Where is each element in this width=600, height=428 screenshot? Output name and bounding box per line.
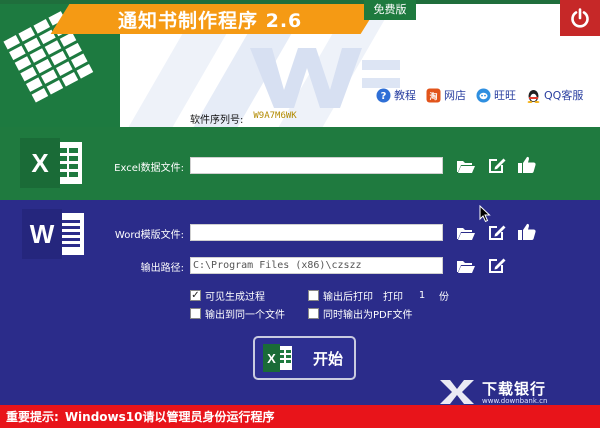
output-browse-button[interactable] bbox=[455, 256, 477, 276]
word-template-input[interactable] bbox=[190, 224, 443, 241]
output-edit-button[interactable] bbox=[486, 255, 508, 275]
print-after-label: 输出后打印 bbox=[323, 292, 373, 303]
mouse-cursor-icon bbox=[479, 205, 491, 223]
downbank-logo-icon bbox=[440, 380, 474, 404]
word-like-button[interactable] bbox=[516, 222, 538, 242]
folder-open-icon bbox=[457, 161, 475, 173]
link-qq-support-label: QQ客服 bbox=[544, 89, 584, 102]
word-logo: W bbox=[22, 209, 84, 259]
header: 通知书制作程序 2.6 免费版 ? 教程 淘 网店 旺旺 QQ客服 软件序列号:… bbox=[0, 0, 600, 127]
option-print-after[interactable]: 输出后打印 打印 1 份 bbox=[308, 288, 449, 303]
link-qq-support[interactable]: QQ客服 bbox=[526, 87, 583, 103]
svg-text:淘: 淘 bbox=[430, 91, 438, 101]
power-icon bbox=[571, 8, 589, 28]
word-browse-button[interactable] bbox=[455, 223, 477, 243]
output-path-input[interactable]: C:\Program Files (x86)\czszz bbox=[190, 257, 443, 274]
excel-panel: X Excel数据文件: bbox=[0, 127, 600, 200]
tip-text: Windows10请以管理员身份运行程序 bbox=[64, 410, 275, 424]
thumbs-up-icon bbox=[518, 156, 536, 173]
shop-icon: 淘 bbox=[426, 88, 441, 102]
edition-badge: 免费版 bbox=[364, 0, 416, 20]
single-file-label: 输出到同一个文件 bbox=[205, 310, 285, 321]
tip-label: 重要提示: bbox=[6, 410, 59, 424]
top-links: ? 教程 淘 网店 旺旺 QQ客服 bbox=[376, 85, 583, 105]
serial-label: 软件序列号: bbox=[190, 115, 244, 126]
excel-like-button[interactable] bbox=[516, 155, 538, 175]
excel-small-icon: X bbox=[263, 344, 292, 372]
qq-penguin-icon bbox=[527, 89, 540, 103]
word-logo-letter: W bbox=[22, 209, 62, 259]
start-button-label: 开始 bbox=[313, 349, 344, 368]
show-process-label: 可见生成过程 bbox=[205, 292, 265, 303]
link-tutorial[interactable]: ? 教程 bbox=[376, 87, 416, 103]
tip-bar: 重要提示: Windows10请以管理员身份运行程序 bbox=[0, 405, 600, 428]
link-shop[interactable]: 淘 网店 bbox=[426, 87, 466, 103]
folder-open-icon bbox=[457, 228, 475, 240]
app-title: 通知书制作程序 2.6 bbox=[118, 10, 303, 32]
pdf-output-checkbox[interactable] bbox=[308, 308, 319, 319]
start-button[interactable]: X 开始 bbox=[253, 336, 356, 380]
pdf-output-label: 同时输出为PDF文件 bbox=[323, 310, 413, 321]
single-file-checkbox[interactable] bbox=[190, 308, 201, 319]
option-pdf-output[interactable]: 同时输出为PDF文件 bbox=[308, 306, 412, 321]
excel-file-input[interactable] bbox=[190, 157, 443, 174]
print-unit: 份 bbox=[439, 292, 449, 303]
excel-logo-letter: X bbox=[20, 138, 60, 188]
output-path-label: 输出路径: bbox=[140, 263, 184, 274]
help-icon: ? bbox=[376, 88, 391, 102]
link-tutorial-label: 教程 bbox=[394, 89, 416, 102]
svg-text:?: ? bbox=[381, 91, 387, 102]
serial-row: 软件序列号: W9A7M6WK bbox=[190, 111, 297, 126]
excel-file-label: Excel数据文件: bbox=[114, 163, 184, 174]
edit-icon bbox=[489, 225, 506, 240]
link-wangwang-label: 旺旺 bbox=[494, 89, 516, 102]
site-watermark: 下载银行 www.downbank.cn bbox=[438, 378, 600, 406]
watermark-url: www.downbank.cn bbox=[482, 397, 548, 405]
print-label: 打印 bbox=[383, 292, 403, 303]
link-wangwang[interactable]: 旺旺 bbox=[476, 87, 516, 103]
folder-open-icon bbox=[457, 261, 475, 273]
edit-icon bbox=[489, 158, 506, 173]
word-edit-button[interactable] bbox=[486, 222, 508, 242]
excel-edit-button[interactable] bbox=[486, 155, 508, 175]
option-show-process[interactable]: ✓ 可见生成过程 bbox=[190, 288, 265, 303]
link-shop-label: 网店 bbox=[444, 89, 466, 102]
print-after-checkbox[interactable] bbox=[308, 290, 319, 301]
word-template-label: Word模版文件: bbox=[114, 230, 184, 241]
serial-value: W9A7M6WK bbox=[253, 111, 297, 121]
wangwang-icon bbox=[476, 88, 491, 102]
show-process-checkbox[interactable]: ✓ bbox=[190, 290, 201, 301]
app-window: 通知书制作程序 2.6 免费版 ? 教程 淘 网店 旺旺 QQ客服 软件序列号:… bbox=[0, 0, 600, 428]
close-button[interactable] bbox=[560, 0, 600, 36]
excel-browse-button[interactable] bbox=[455, 156, 477, 176]
excel-logo: X bbox=[20, 138, 82, 188]
watermark-name: 下载银行 bbox=[482, 380, 547, 398]
svg-text:X: X bbox=[267, 351, 276, 366]
option-single-file[interactable]: 输出到同一个文件 bbox=[190, 306, 285, 321]
thumbs-up-icon bbox=[518, 223, 536, 240]
print-count[interactable]: 1 bbox=[415, 290, 429, 301]
edit-icon bbox=[489, 258, 506, 273]
